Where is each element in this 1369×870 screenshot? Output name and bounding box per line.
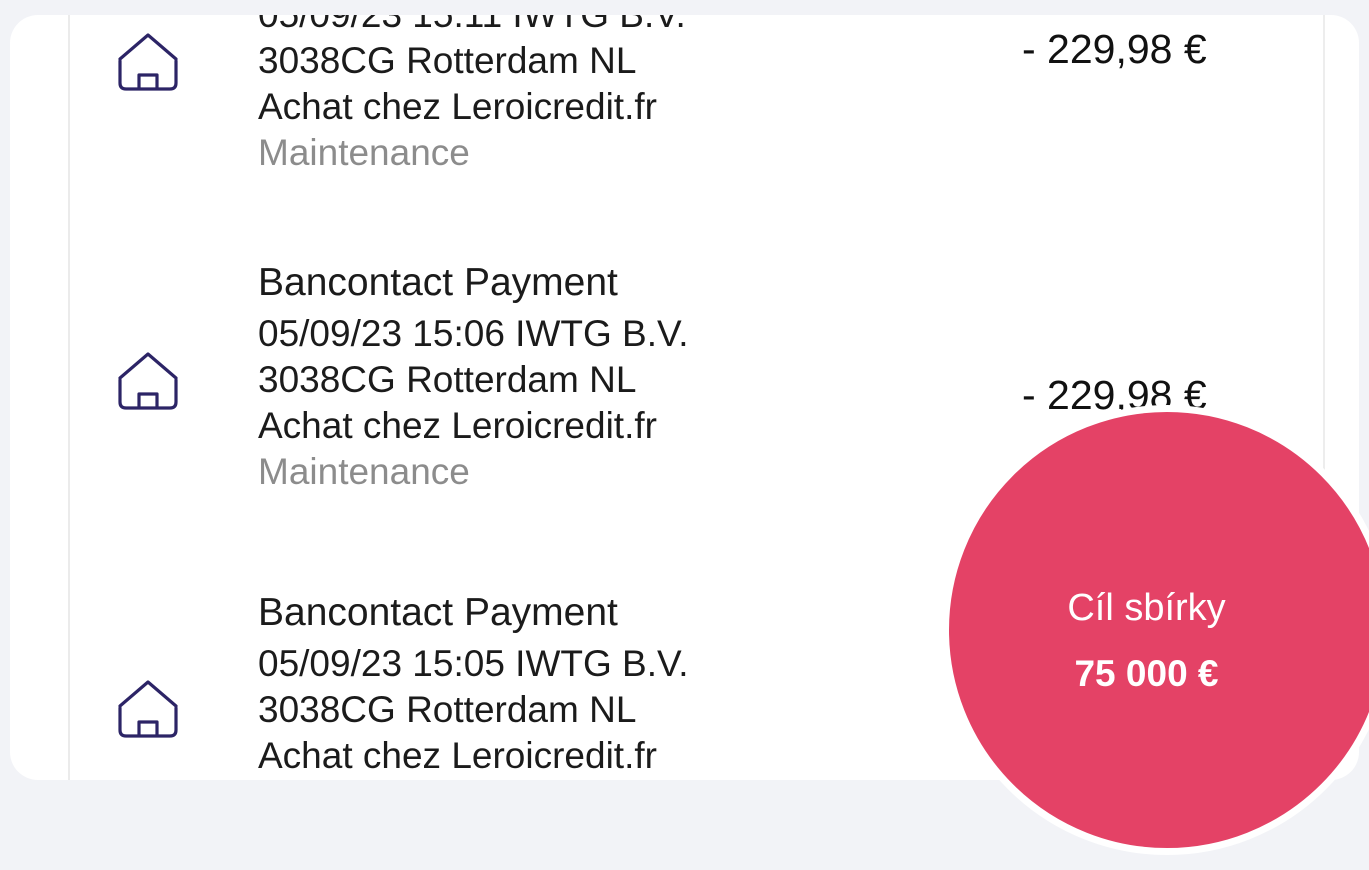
transaction-details: Bancontact Payment 05/09/23 15:05 IWTG B… [258, 585, 689, 779]
transaction-category: Maintenance [258, 451, 470, 492]
divider-left [68, 15, 70, 780]
transaction-description: Achat chez Leroicredit.fr [258, 86, 657, 127]
transaction-date-merchant: 05/09/23 15:05 IWTG B.V. [258, 643, 689, 684]
goal-label: Cíl sbírky [1067, 587, 1226, 629]
transaction-amount: - 229,98 € [1022, 26, 1207, 72]
transaction-category: Maintenance [258, 132, 470, 173]
transaction-location: 3038CG Rotterdam NL [258, 689, 637, 730]
home-icon [118, 352, 178, 410]
home-icon [118, 33, 178, 91]
transaction-date-merchant: 05/09/23 15:11 IWTG B.V. [258, 15, 686, 38]
transaction-title: Bancontact Payment [258, 261, 618, 304]
transaction-location: 3038CG Rotterdam NL [258, 40, 637, 81]
transaction-details: Bancontact Payment 05/09/23 15:06 IWTG B… [258, 255, 689, 495]
fundraising-goal-badge: Cíl sbírky 75 000 € [942, 405, 1369, 855]
transaction-location: 3038CG Rotterdam NL [258, 359, 637, 400]
transaction-details: 05/09/23 15:11 IWTG B.V. 3038CG Rotterda… [258, 15, 686, 176]
transaction-title: Bancontact Payment [258, 591, 618, 634]
transaction-date-merchant: 05/09/23 15:06 IWTG B.V. [258, 313, 689, 354]
transaction-description: Achat chez Leroicredit.fr [258, 405, 657, 446]
goal-value: 75 000 € [1074, 653, 1219, 694]
transaction-description: Achat chez Leroicredit.fr [258, 735, 657, 776]
home-icon [118, 680, 178, 738]
